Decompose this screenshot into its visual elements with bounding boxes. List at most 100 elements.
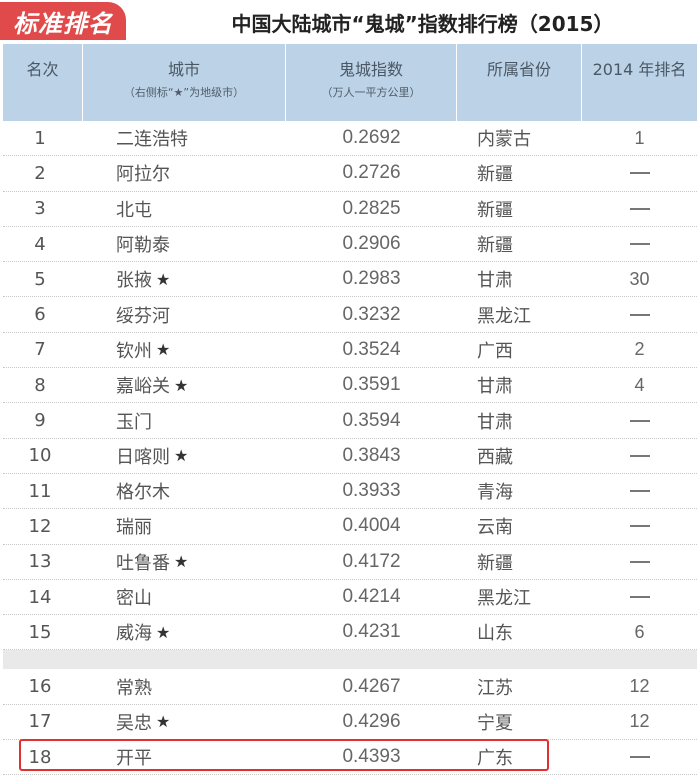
rank2014-cell bbox=[582, 509, 697, 543]
rank2014-cell bbox=[582, 545, 697, 579]
dash-icon bbox=[629, 560, 650, 563]
index-cell: 0.3594 bbox=[342, 409, 401, 431]
index-cell: 0.4004 bbox=[342, 515, 401, 537]
rank2014-cell bbox=[582, 192, 697, 226]
index-cell: 0.4393 bbox=[342, 746, 401, 768]
star-icon: ★ bbox=[156, 712, 171, 732]
index-cell: 0.2692 bbox=[342, 127, 401, 149]
rank2014-cell: 12 bbox=[582, 669, 697, 703]
header-rank2014: 2014 年排名 bbox=[582, 44, 697, 121]
rank-cell: 2 bbox=[34, 162, 46, 184]
rank2014-cell: 30 bbox=[582, 262, 697, 296]
table-row: 4 阿勒泰 0.2906 新疆 bbox=[3, 227, 697, 263]
header-city-label: 城市 bbox=[167, 60, 200, 79]
dash-icon bbox=[629, 454, 650, 457]
index-cell: 0.2906 bbox=[342, 233, 401, 255]
dash-icon bbox=[629, 490, 650, 493]
city-cell: 格尔木 bbox=[83, 474, 286, 508]
table-row: 18 开平 0.4393 广东 bbox=[3, 740, 697, 776]
table-row: 17 吴忠 ★ 0.4296 宁夏 12 bbox=[3, 705, 697, 741]
header-rank2014-label: 2014 年排名 bbox=[592, 60, 687, 79]
city-name: 密山 bbox=[116, 588, 152, 609]
header-city-note: （右侧标“★”为地级市） bbox=[123, 86, 245, 99]
rank-cell: 8 bbox=[34, 374, 46, 396]
city-cell: 钦州 ★ bbox=[83, 333, 286, 367]
index-cell: 0.3933 bbox=[342, 480, 401, 502]
rank2014-cell bbox=[582, 156, 697, 190]
province-cell: 甘肃 bbox=[477, 411, 513, 433]
rank-cell: 17 bbox=[28, 711, 52, 733]
index-cell: 0.2983 bbox=[342, 268, 401, 290]
star-icon: ★ bbox=[174, 375, 189, 395]
table-row: 2 阿拉尔 0.2726 新疆 bbox=[3, 156, 697, 192]
index-cell: 0.3524 bbox=[342, 338, 401, 360]
table-row: 1 二连浩特 0.2692 内蒙古 1 bbox=[3, 121, 697, 157]
city-cell: 吐鲁番 ★ bbox=[83, 545, 286, 579]
city-name: 威海 bbox=[116, 623, 152, 645]
city-cell: 阿勒泰 bbox=[83, 227, 286, 261]
table-row: 16 常熟 0.4267 江苏 12 bbox=[3, 669, 697, 705]
province-cell: 新疆 bbox=[477, 199, 513, 221]
star-icon: ★ bbox=[156, 340, 171, 360]
rank-cell: 9 bbox=[34, 410, 46, 432]
table-title: 中国大陆城市“鬼城”指数排行榜（2015） bbox=[231, 12, 614, 36]
city-name: 开平 bbox=[116, 748, 152, 770]
table-row: 3 北屯 0.2825 新疆 bbox=[3, 192, 697, 227]
rank-cell: 11 bbox=[28, 480, 52, 502]
header-index-label: 鬼城指数 bbox=[338, 60, 403, 79]
city-name: 日喀则 bbox=[116, 446, 170, 468]
rank-cell: 13 bbox=[28, 551, 52, 573]
index-cell: 0.3232 bbox=[342, 303, 401, 325]
city-name: 格尔木 bbox=[116, 482, 170, 504]
dash-icon bbox=[629, 419, 650, 422]
rank2014-cell: 12 bbox=[582, 705, 697, 739]
table-header: 名次 城市 （右侧标“★”为地级市） 鬼城指数 （万人一平方公里） 所属省份 2… bbox=[3, 44, 697, 121]
header-index: 鬼城指数 （万人一平方公里） bbox=[286, 44, 457, 121]
city-cell: 阿拉尔 bbox=[83, 156, 286, 190]
index-cell: 0.2825 bbox=[342, 197, 401, 219]
index-cell: 0.4231 bbox=[342, 621, 401, 643]
table-row: 6 绥芬河 0.3232 黑龙江 bbox=[3, 297, 697, 333]
index-cell: 0.3843 bbox=[342, 444, 401, 466]
rank2014-cell: 2 bbox=[582, 333, 697, 367]
header-rank-label: 名次 bbox=[26, 60, 59, 79]
rank2014-cell bbox=[582, 439, 697, 473]
table-row: 12 瑞丽 0.4004 云南 bbox=[3, 509, 697, 545]
rank-cell: 6 bbox=[34, 304, 46, 326]
city-cell: 玉门 bbox=[83, 403, 286, 437]
rank-cell: 14 bbox=[28, 586, 52, 608]
city-name: 绥芬河 bbox=[116, 305, 170, 327]
rank2014-cell: 4 bbox=[582, 368, 697, 402]
rank2014-value: 12 bbox=[629, 676, 650, 697]
city-cell: 日喀则 ★ bbox=[83, 439, 286, 473]
table-row: 13 吐鲁番 ★ 0.4172 新疆 bbox=[3, 545, 697, 580]
table-row: 14 密山 0.4214 黑龙江 bbox=[3, 580, 697, 616]
rank2014-cell bbox=[582, 403, 697, 437]
rank2014-cell bbox=[582, 580, 697, 614]
rank-cell: 4 bbox=[34, 233, 46, 255]
top-bar: 标准排名 中国大陆城市“鬼城”指数排行榜（2015） bbox=[0, 0, 700, 44]
city-name: 阿拉尔 bbox=[116, 164, 170, 186]
header-city: 城市 （右侧标“★”为地级市） bbox=[83, 44, 286, 121]
star-icon: ★ bbox=[174, 552, 189, 572]
province-cell: 青海 bbox=[477, 482, 513, 504]
rank-cell: 10 bbox=[28, 445, 52, 467]
rank2014-value: 4 bbox=[634, 374, 645, 395]
province-cell: 甘肃 bbox=[477, 376, 513, 398]
rank-cell: 5 bbox=[34, 268, 46, 290]
table-row: 8 嘉峪关 ★ 0.3591 甘肃 4 bbox=[3, 368, 697, 404]
rank2014-cell: 6 bbox=[582, 615, 697, 649]
header-rank: 名次 bbox=[3, 44, 83, 121]
rank-cell: 1 bbox=[34, 127, 46, 149]
city-cell: 威海 ★ bbox=[83, 615, 286, 649]
city-cell: 瑞丽 bbox=[83, 509, 286, 543]
table-row: 9 玉门 0.3594 甘肃 bbox=[3, 403, 697, 439]
city-name: 瑞丽 bbox=[116, 517, 152, 539]
star-icon: ★ bbox=[156, 622, 171, 642]
province-cell: 新疆 bbox=[477, 552, 513, 574]
city-cell: 二连浩特 bbox=[83, 121, 286, 155]
province-cell: 江苏 bbox=[477, 677, 513, 699]
rank-cell: 7 bbox=[34, 339, 46, 361]
province-cell: 黑龙江 bbox=[477, 588, 531, 609]
badge-label: 标准排名 bbox=[13, 9, 113, 38]
